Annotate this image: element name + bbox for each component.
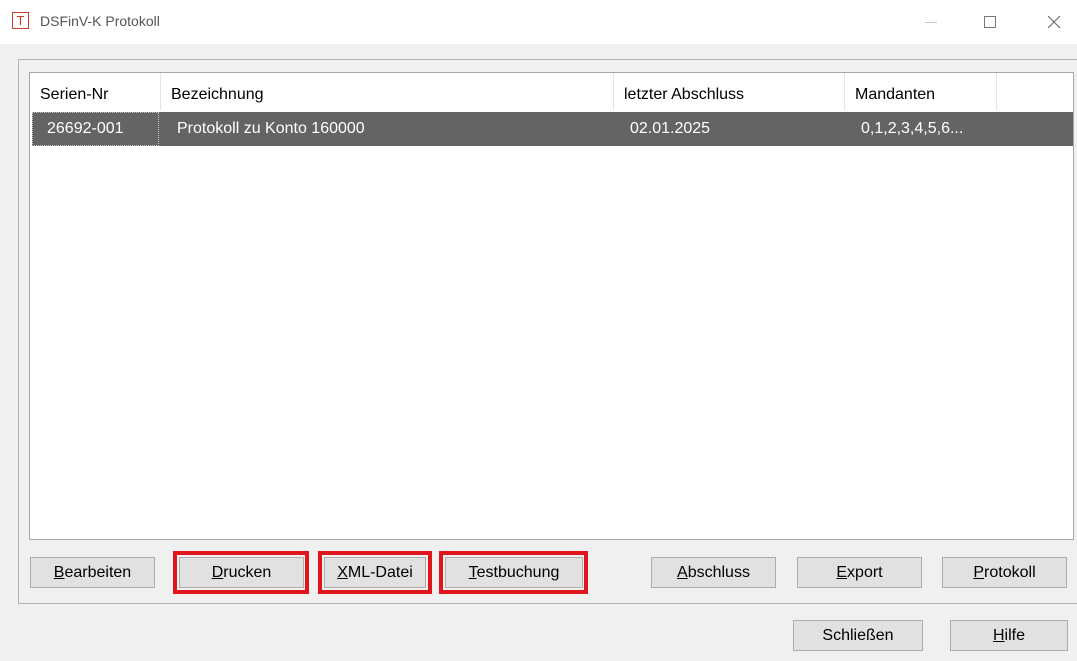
dsfinv-k-protokoll-window: T DSFinV-K Protokoll Serien-Nr Bezeichnu…: [0, 0, 1077, 661]
maximize-icon: [984, 16, 996, 28]
title-bar[interactable]: T DSFinV-K Protokoll: [0, 0, 1077, 44]
schliessen-button[interactable]: Schließen: [793, 620, 923, 651]
close-icon: [1047, 15, 1061, 29]
window-title: DSFinV-K Protokoll: [40, 13, 160, 29]
testbuchung-button[interactable]: Testbuchung: [445, 557, 583, 588]
column-header-serien-nr[interactable]: Serien-Nr: [30, 73, 161, 110]
abschluss-button[interactable]: Abschluss: [651, 557, 776, 588]
column-header-bezeichnung[interactable]: Bezeichnung: [161, 73, 614, 110]
drucken-button[interactable]: Drucken: [179, 557, 304, 588]
list-header: Serien-Nr Bezeichnung letzter Abschluss …: [30, 73, 1073, 110]
bearbeiten-button[interactable]: Bearbeiten: [30, 557, 155, 588]
protokoll-button[interactable]: Protokoll: [942, 557, 1067, 588]
cell-serien-nr: 26692-001: [32, 112, 159, 146]
close-button[interactable]: [1031, 0, 1077, 44]
export-button[interactable]: Export: [797, 557, 922, 588]
xml-datei-button[interactable]: XML-Datei: [324, 557, 426, 588]
cell-mandanten: 0,1,2,3,4,5,6...: [861, 120, 964, 137]
hilfe-button[interactable]: Hilfe: [950, 620, 1068, 651]
table-row[interactable]: 26692-001 Protokoll zu Konto 160000 02.0…: [32, 112, 1073, 146]
cell-letzter-abschluss: 02.01.2025: [630, 120, 711, 137]
minimize-button[interactable]: [908, 0, 954, 44]
column-header-mandanten[interactable]: Mandanten: [845, 73, 997, 110]
minimize-icon: [925, 21, 937, 23]
column-header-letzter-abschluss[interactable]: letzter Abschluss: [614, 73, 845, 110]
protocol-list[interactable]: Serien-Nr Bezeichnung letzter Abschluss …: [29, 72, 1074, 540]
cell-bezeichnung: Protokoll zu Konto 160000: [177, 120, 365, 137]
maximize-button[interactable]: [967, 0, 1013, 44]
app-icon: T: [12, 12, 29, 29]
